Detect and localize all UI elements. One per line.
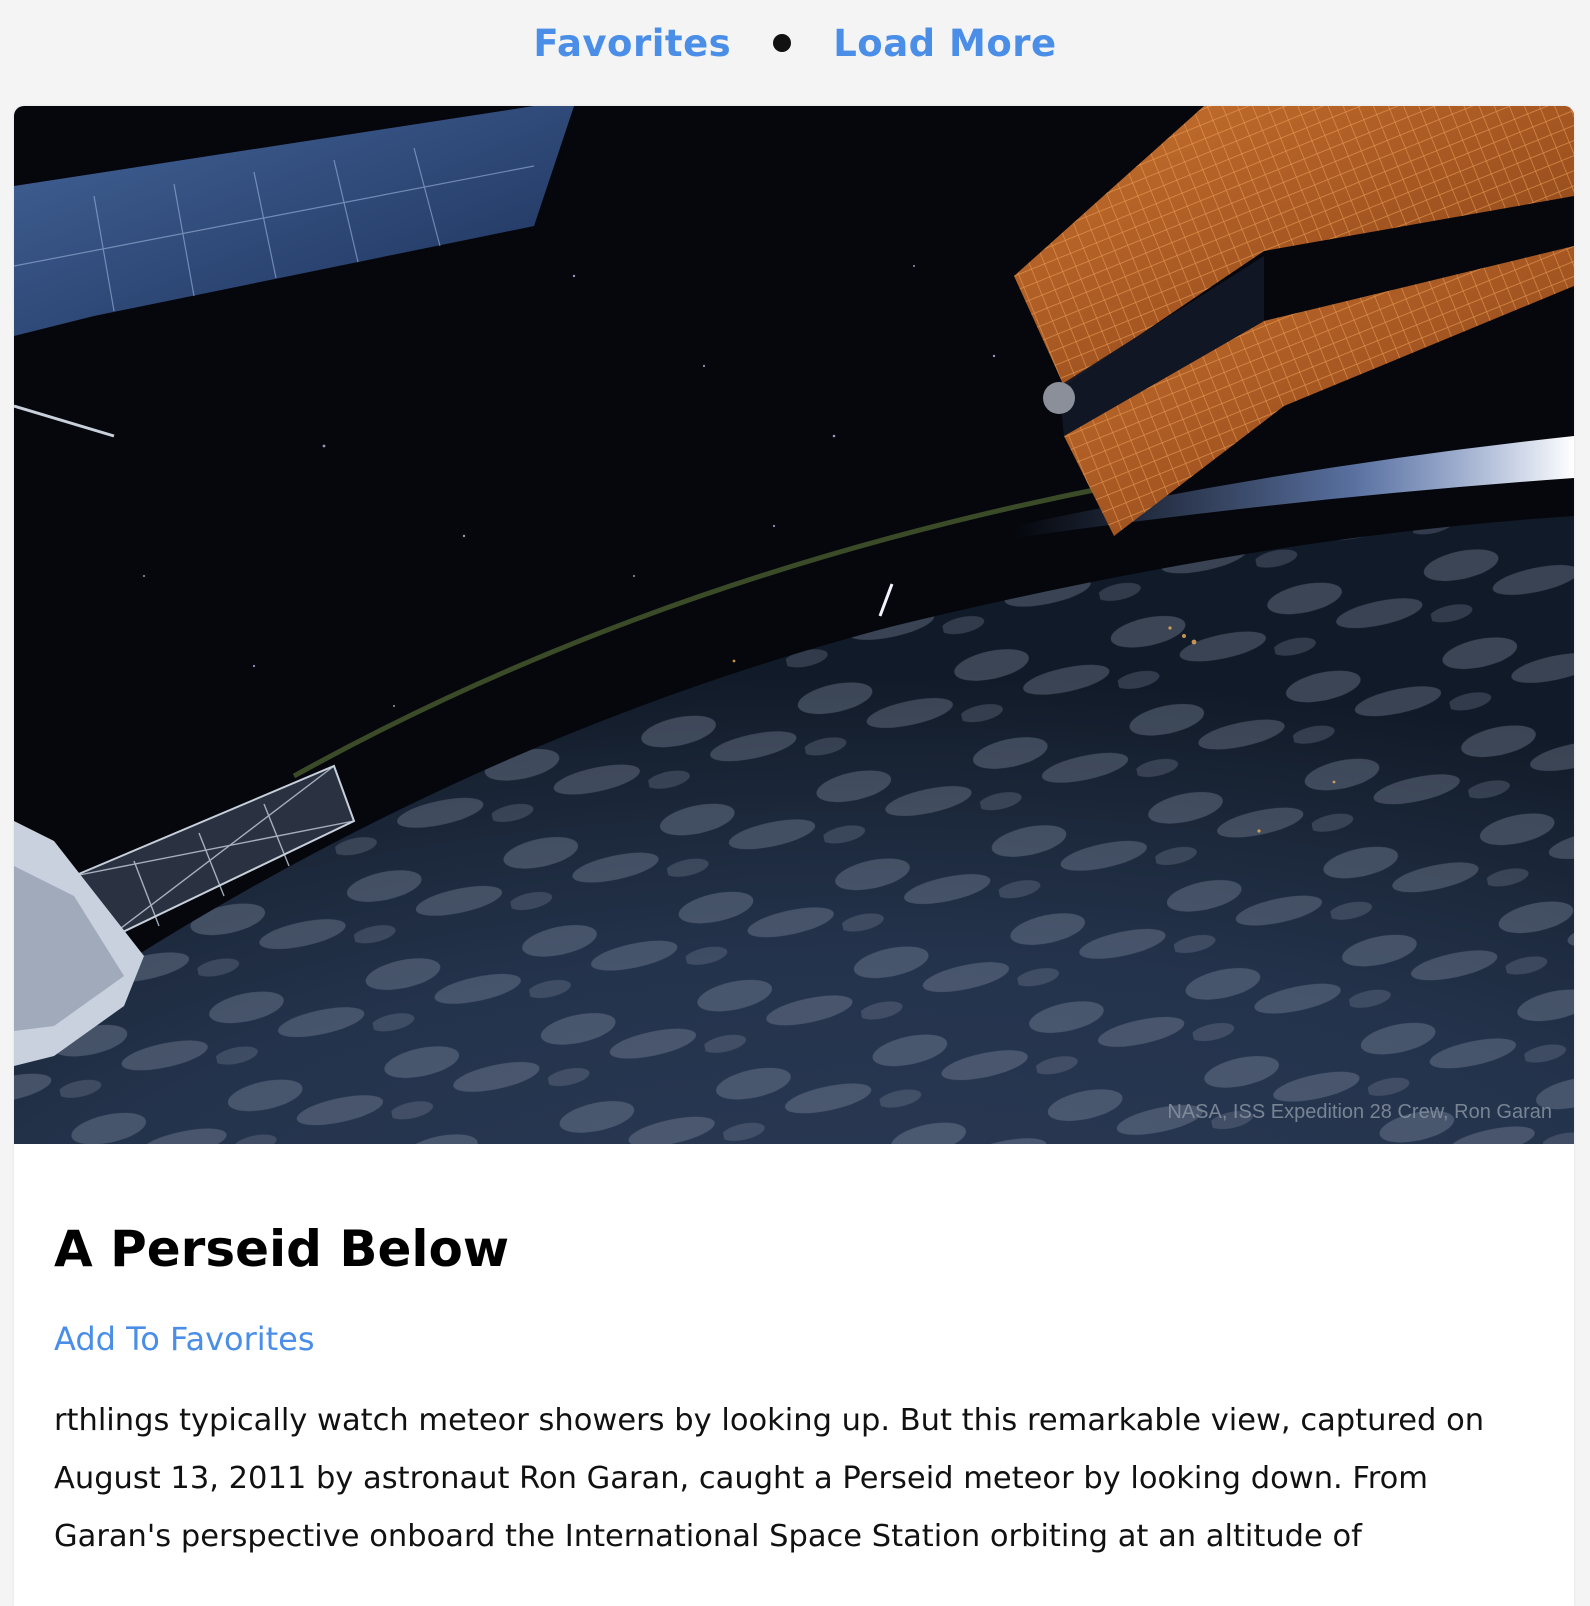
load-more-link[interactable]: Load More [833,22,1056,65]
image-credit: NASA, ISS Expedition 28 Crew, Ron Garan [1167,1101,1552,1123]
top-nav: Favorites Load More [0,0,1590,86]
bullet-dot-icon [773,34,792,52]
favorites-link[interactable]: Favorites [533,22,731,65]
post-title: A Perseid Below [54,1220,510,1278]
add-to-favorites-link[interactable]: Add To Favorites [54,1320,315,1358]
earth-from-iss-photo [14,106,1574,1144]
post-description: rthlings typically watch meteor showers … [54,1403,1485,1554]
apod-card: NASA, ISS Expedition 28 Crew, Ron Garan … [14,106,1574,1606]
